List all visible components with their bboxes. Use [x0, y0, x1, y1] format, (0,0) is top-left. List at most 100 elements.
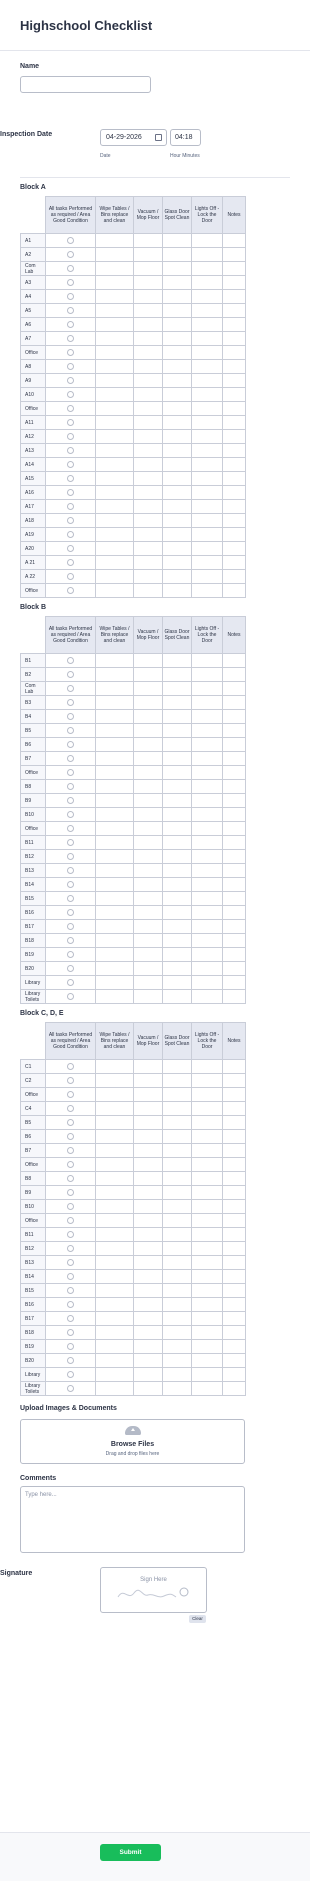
- checklist-cell[interactable]: [133, 961, 163, 976]
- checklist-cell[interactable]: [191, 681, 223, 696]
- checklist-cell[interactable]: [133, 499, 163, 514]
- checklist-cell[interactable]: [191, 849, 223, 864]
- checklist-cell[interactable]: [162, 415, 192, 430]
- checklist-cell[interactable]: [133, 1157, 163, 1172]
- checklist-cell[interactable]: [133, 751, 163, 766]
- checklist-cell[interactable]: [191, 961, 223, 976]
- checklist-cell[interactable]: [95, 1381, 134, 1396]
- checklist-cell[interactable]: [191, 401, 223, 416]
- task-radio[interactable]: [67, 237, 74, 244]
- notes-cell[interactable]: [222, 583, 246, 598]
- checklist-cell[interactable]: [191, 1101, 223, 1116]
- checklist-cell[interactable]: [162, 429, 192, 444]
- notes-cell[interactable]: [222, 723, 246, 738]
- task-radio[interactable]: [67, 573, 74, 580]
- checklist-cell[interactable]: [162, 919, 192, 934]
- checklist-cell[interactable]: [133, 807, 163, 822]
- checklist-cell[interactable]: [133, 1143, 163, 1158]
- checklist-cell[interactable]: [95, 1353, 134, 1368]
- task-radio[interactable]: [67, 1259, 74, 1266]
- checklist-cell[interactable]: [133, 261, 163, 276]
- checklist-cell[interactable]: [191, 457, 223, 472]
- task-radio[interactable]: [67, 391, 74, 398]
- checklist-cell[interactable]: [162, 583, 192, 598]
- checklist-cell[interactable]: [95, 1227, 134, 1242]
- checklist-cell[interactable]: [133, 429, 163, 444]
- checklist-cell[interactable]: [133, 1129, 163, 1144]
- checklist-cell[interactable]: [95, 793, 134, 808]
- checklist-cell[interactable]: [191, 919, 223, 934]
- task-radio[interactable]: [67, 769, 74, 776]
- checklist-cell[interactable]: [191, 933, 223, 948]
- checklist-cell[interactable]: [191, 247, 223, 262]
- checklist-cell[interactable]: [162, 317, 192, 332]
- checklist-cell[interactable]: [133, 345, 163, 360]
- task-radio[interactable]: [67, 1147, 74, 1154]
- checklist-cell[interactable]: [95, 471, 134, 486]
- checklist-cell[interactable]: [95, 989, 134, 1004]
- time-input[interactable]: 04:18: [170, 129, 201, 146]
- task-radio[interactable]: [67, 965, 74, 972]
- checklist-cell[interactable]: [95, 1115, 134, 1130]
- notes-cell[interactable]: [222, 905, 246, 920]
- clear-signature-button[interactable]: Clear: [189, 1615, 206, 1623]
- checklist-cell[interactable]: [162, 289, 192, 304]
- checklist-cell[interactable]: [191, 1269, 223, 1284]
- checklist-cell[interactable]: [162, 1269, 192, 1284]
- checklist-cell[interactable]: [162, 233, 192, 248]
- notes-cell[interactable]: [222, 527, 246, 542]
- checklist-cell[interactable]: [95, 1073, 134, 1088]
- checklist-cell[interactable]: [95, 401, 134, 416]
- notes-cell[interactable]: [222, 1367, 246, 1382]
- checklist-cell[interactable]: [133, 1087, 163, 1102]
- checklist-cell[interactable]: [95, 499, 134, 514]
- checklist-cell[interactable]: [191, 415, 223, 430]
- checklist-cell[interactable]: [191, 1227, 223, 1242]
- checklist-cell[interactable]: [95, 289, 134, 304]
- task-radio[interactable]: [67, 503, 74, 510]
- checklist-cell[interactable]: [162, 989, 192, 1004]
- notes-cell[interactable]: [222, 849, 246, 864]
- checklist-cell[interactable]: [133, 947, 163, 962]
- notes-cell[interactable]: [222, 989, 246, 1004]
- notes-cell[interactable]: [222, 513, 246, 528]
- task-radio[interactable]: [67, 517, 74, 524]
- notes-cell[interactable]: [222, 499, 246, 514]
- task-radio[interactable]: [67, 349, 74, 356]
- checklist-cell[interactable]: [191, 653, 223, 668]
- checklist-cell[interactable]: [133, 653, 163, 668]
- notes-cell[interactable]: [222, 457, 246, 472]
- checklist-cell[interactable]: [162, 891, 192, 906]
- checklist-cell[interactable]: [162, 751, 192, 766]
- checklist-cell[interactable]: [133, 891, 163, 906]
- checklist-cell[interactable]: [191, 891, 223, 906]
- checklist-cell[interactable]: [162, 1129, 192, 1144]
- checklist-cell[interactable]: [95, 331, 134, 346]
- file-upload-dropzone[interactable]: Browse Files Drag and drop files here: [20, 1419, 245, 1464]
- task-radio[interactable]: [67, 797, 74, 804]
- checklist-cell[interactable]: [162, 1367, 192, 1382]
- notes-cell[interactable]: [222, 359, 246, 374]
- notes-cell[interactable]: [222, 555, 246, 570]
- checklist-cell[interactable]: [95, 737, 134, 752]
- checklist-cell[interactable]: [133, 401, 163, 416]
- checklist-cell[interactable]: [191, 947, 223, 962]
- checklist-cell[interactable]: [162, 1115, 192, 1130]
- notes-cell[interactable]: [222, 891, 246, 906]
- notes-cell[interactable]: [222, 695, 246, 710]
- checklist-cell[interactable]: [162, 835, 192, 850]
- checklist-cell[interactable]: [162, 499, 192, 514]
- checklist-cell[interactable]: [95, 1339, 134, 1354]
- checklist-cell[interactable]: [191, 1115, 223, 1130]
- checklist-cell[interactable]: [133, 373, 163, 388]
- checklist-cell[interactable]: [162, 1283, 192, 1298]
- checklist-cell[interactable]: [191, 275, 223, 290]
- checklist-cell[interactable]: [191, 1129, 223, 1144]
- checklist-cell[interactable]: [95, 905, 134, 920]
- checklist-cell[interactable]: [95, 1283, 134, 1298]
- checklist-cell[interactable]: [191, 765, 223, 780]
- checklist-cell[interactable]: [95, 303, 134, 318]
- task-radio[interactable]: [67, 979, 74, 986]
- task-radio[interactable]: [67, 405, 74, 412]
- checklist-cell[interactable]: [133, 457, 163, 472]
